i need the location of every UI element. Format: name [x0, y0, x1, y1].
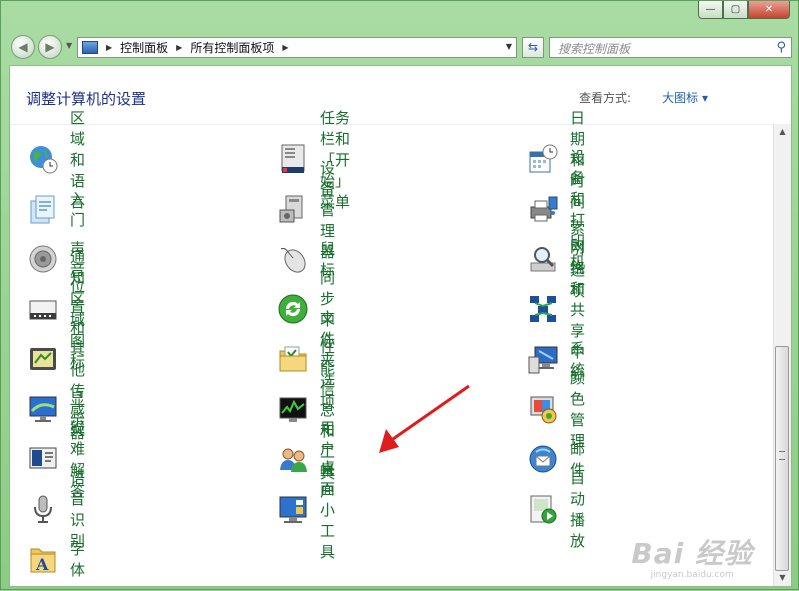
calendar-clock-icon: [526, 142, 560, 176]
item-autoplay[interactable]: 自动播放: [526, 469, 585, 550]
gadgets-icon: [276, 492, 310, 526]
item-label: 入门: [70, 190, 86, 229]
breadcrumb-arrow-icon[interactable]: ▶: [106, 43, 112, 52]
breadcrumb-control-panel[interactable]: 控制面板: [120, 39, 168, 56]
device-manager-icon: [276, 192, 310, 226]
system-icon: [526, 342, 560, 376]
svg-text:A: A: [35, 555, 49, 574]
globe-clock-icon: [26, 142, 60, 176]
item-taskbar-start-menu[interactable]: 任务栏和「开始」菜单: [276, 109, 350, 211]
item-desktop-gadgets[interactable]: 桌面小工具: [276, 459, 335, 561]
content-pane: 调整计算机的设置 查看方式: 大图标 ▾ 区域和语言 任务栏和「开始」菜单 日期…: [9, 65, 792, 587]
item-speech-recognition[interactable]: 语音识别: [26, 469, 85, 550]
fonts-icon: A: [26, 542, 60, 576]
maximize-button[interactable]: ▢: [723, 1, 748, 19]
address-dropdown-icon[interactable]: ▼: [506, 42, 512, 51]
caption-buttons: — ▢ ✕: [698, 1, 790, 19]
printer-icon: [526, 192, 560, 226]
item-region-language[interactable]: 区域和语言: [26, 109, 85, 211]
refresh-button[interactable]: ⇆: [522, 37, 544, 58]
content-header: 调整计算机的设置 查看方式: 大图标 ▾: [10, 66, 791, 125]
display-icon: [26, 392, 60, 426]
back-button[interactable]: ◀: [11, 35, 35, 59]
item-label: 字体: [70, 540, 86, 579]
search-icon[interactable]: ⚲: [776, 40, 786, 55]
minimize-button[interactable]: —: [698, 1, 723, 19]
item-label: 自动播放: [570, 469, 586, 550]
taskbar-icon: [276, 142, 310, 176]
autoplay-icon: [526, 492, 560, 526]
troubleshoot-icon: [26, 442, 60, 476]
forward-arrow-icon: ▶: [45, 40, 55, 54]
item-label: 桌面小工具: [320, 458, 336, 561]
speaker-icon: [26, 242, 60, 276]
item-location-sensors[interactable]: 位置和其他传感器: [26, 277, 85, 442]
control-panel-icon: [82, 41, 98, 54]
breadcrumb-arrow-icon[interactable]: ▶: [176, 43, 182, 52]
notification-area-icon: [26, 292, 60, 326]
forward-button[interactable]: ▶: [38, 35, 62, 59]
breadcrumb-all-items[interactable]: 所有控制面板项: [190, 39, 274, 56]
view-by-label: 查看方式:: [578, 91, 631, 105]
performance-icon: [276, 392, 310, 426]
scroll-down-arrow-icon[interactable]: ▼: [775, 570, 790, 586]
mail-icon: [526, 442, 560, 476]
search-input[interactable]: 搜索控制面板 ⚲: [549, 37, 792, 58]
close-button[interactable]: ✕: [748, 1, 790, 19]
network-icon: [526, 292, 560, 326]
item-color-management[interactable]: 颜色管理: [526, 369, 585, 450]
item-device-manager[interactable]: 设备管理器: [276, 159, 335, 261]
address-bar[interactable]: ▶ 控制面板 ▶ 所有控制面板项 ▶ ▼: [77, 37, 517, 58]
watermark-logo: Bai 经验: [631, 537, 753, 570]
item-getting-started[interactable]: 入门: [26, 190, 85, 229]
item-fonts[interactable]: A 字体: [26, 540, 85, 579]
page-title: 调整计算机的设置: [26, 90, 147, 108]
sensor-icon: [26, 342, 60, 376]
control-panel-window: — ▢ ✕ ◀ ▶ ▼ ▶ 控制面板 ▶ 所有控制面板项 ▶ ▼ ⇆ 搜索控制面…: [0, 0, 799, 590]
folder-options-icon: [276, 342, 310, 376]
view-by-dropdown[interactable]: 大图标 ▾: [662, 89, 708, 106]
back-arrow-icon: ◀: [18, 40, 28, 54]
baidu-jingyan-watermark: Bai 经验 jingyan.baidu.com: [631, 532, 753, 580]
scroll-up-arrow-icon[interactable]: ▲: [775, 124, 790, 140]
vertical-scrollbar[interactable]: ▲ ▼: [773, 124, 791, 586]
mouse-icon: [276, 242, 310, 276]
search-placeholder: 搜索控制面板: [558, 42, 631, 56]
item-network-sharing-center[interactable]: 网络和共享中心: [526, 238, 585, 382]
scroll-thumb[interactable]: [775, 346, 789, 571]
grip-icon: [779, 451, 785, 460]
color-management-icon: [526, 392, 560, 426]
microphone-icon: [26, 492, 60, 526]
breadcrumb-arrow-icon[interactable]: ▶: [282, 43, 288, 52]
index-magnifier-icon: [526, 242, 560, 276]
recent-pages-dropdown-icon[interactable]: ▼: [66, 41, 72, 50]
user-accounts-icon: [276, 442, 310, 476]
sync-center-icon: [276, 292, 310, 326]
navigation-bar: ◀ ▶ ▼ ▶ 控制面板 ▶ 所有控制面板项 ▶ ▼ ⇆ 搜索控制面板 ⚲: [9, 33, 792, 61]
getting-started-icon: [26, 192, 60, 226]
